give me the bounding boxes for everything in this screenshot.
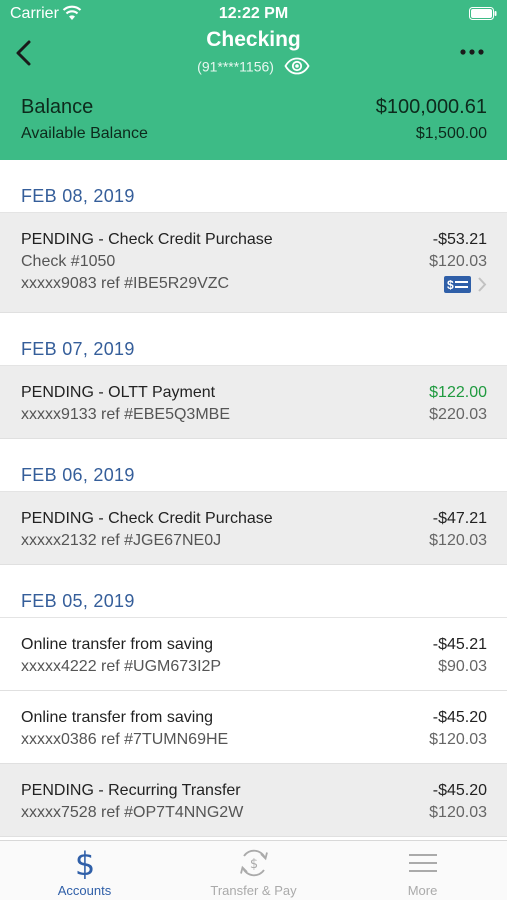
transaction-ref: xxxxx9083 ref #IBE5R29VZC: [21, 275, 230, 292]
transaction-title: Online transfer from saving: [21, 709, 214, 726]
check-number: Check #1050: [21, 253, 116, 270]
account-mask: (91****1156): [197, 58, 274, 75]
transaction-list[interactable]: FEB 08, 2019 PENDING - Check Credit Purc…: [0, 160, 507, 840]
transaction-title: PENDING - Check Credit Purchase: [21, 510, 273, 527]
transaction-title: PENDING - Check Credit Purchase: [21, 231, 273, 248]
balance-label: Balance: [21, 96, 94, 118]
tab-label: Accounts: [57, 883, 112, 898]
eye-icon[interactable]: [284, 57, 310, 75]
tab-more[interactable]: More: [338, 841, 507, 900]
tab-accounts[interactable]: $ Accounts: [0, 841, 169, 900]
transaction-amount: $122.00: [429, 384, 487, 401]
transaction-details: PENDING - Check Credit Purchase Check #1…: [21, 229, 273, 295]
transaction-amount: -$45.21: [432, 636, 487, 653]
transaction-amounts: -$45.20 $120.03: [429, 707, 487, 751]
status-bar: Carrier 12:22 PM: [0, 0, 507, 28]
transaction-amounts: -$45.21 $90.03: [433, 634, 487, 678]
tab-bar: $ Accounts $ Transfer & Pay More: [0, 840, 507, 900]
transaction-amount: -$47.21: [432, 510, 487, 527]
transfer-icon: $: [239, 849, 268, 877]
account-header: Carrier 12:22 PM Checking (91****1156) B…: [0, 0, 507, 160]
check-image-icon[interactable]: $: [444, 276, 471, 293]
running-balance: $120.03: [429, 253, 487, 270]
transaction-row[interactable]: PENDING - Recurring Transfer xxxxx7528 r…: [0, 764, 507, 837]
transaction-row[interactable]: PENDING - Check Credit Purchase xxxxx213…: [0, 492, 507, 565]
transaction-title: PENDING - Recurring Transfer: [21, 782, 241, 799]
chevron-right-icon: [478, 277, 487, 292]
balance-value: $100,000.61: [375, 96, 487, 118]
transaction-row[interactable]: Online transfer from saving xxxxx4222 re…: [0, 618, 507, 691]
transaction-ref: xxxxx2132 ref #JGE67NE0J: [21, 532, 222, 549]
tab-transfer-pay[interactable]: $ Transfer & Pay: [169, 841, 338, 900]
transaction-amounts: -$47.21 $120.03: [429, 508, 487, 552]
transaction-details: Online transfer from saving xxxxx4222 re…: [21, 634, 221, 678]
available-balance-value: $1,500.00: [415, 125, 487, 142]
more-options-icon[interactable]: [457, 40, 487, 64]
tab-label: Transfer & Pay: [210, 883, 297, 898]
running-balance: $220.03: [429, 406, 487, 423]
svg-text:$: $: [447, 278, 454, 292]
transaction-title: Online transfer from saving: [21, 636, 214, 653]
transaction-amounts: -$53.21 $120.03: [429, 229, 487, 273]
date-header: FEB 07, 2019: [0, 313, 507, 366]
menu-icon: [408, 854, 437, 872]
transaction-details: PENDING - Recurring Transfer xxxxx7528 r…: [21, 780, 243, 824]
dollar-icon: $: [74, 847, 94, 879]
transaction-row[interactable]: PENDING - OLTT Payment xxxxx9133 ref #EB…: [0, 366, 507, 439]
transaction-amounts: $122.00 $220.03: [429, 382, 487, 426]
running-balance: $120.03: [429, 804, 487, 821]
transaction-ref: xxxxx0386 ref #7TUMN69HE: [21, 731, 229, 748]
status-time: 12:22 PM: [218, 5, 289, 22]
transaction-title: PENDING - OLTT Payment: [21, 384, 216, 401]
svg-text:$: $: [249, 857, 257, 872]
account-number: (91****1156): [0, 57, 507, 75]
transaction-details: Online transfer from saving xxxxx0386 re…: [21, 707, 228, 751]
transaction-amount: -$45.20: [432, 709, 487, 726]
transaction-ref: xxxxx9133 ref #EBE5Q3MBE: [21, 406, 230, 423]
transaction-row[interactable]: Online transfer from saving xxxxx0386 re…: [0, 691, 507, 764]
date-header: FEB 05, 2019: [0, 565, 507, 618]
transaction-amounts: -$45.20 $120.03: [429, 780, 487, 824]
tab-label: More: [407, 883, 438, 898]
transaction-ref: xxxxx7528 ref #OP7T4NNG2W: [21, 804, 244, 821]
available-balance-label: Available Balance: [21, 125, 148, 142]
svg-text:$: $: [74, 847, 94, 879]
page-title: Checking: [206, 28, 301, 51]
transaction-details: PENDING - Check Credit Purchase xxxxx213…: [21, 508, 273, 552]
date-header: FEB 06, 2019: [0, 439, 507, 492]
transaction-amount: -$45.20: [432, 782, 487, 799]
running-balance: $120.03: [429, 731, 487, 748]
running-balance: $120.03: [429, 532, 487, 549]
battery-icon: [469, 7, 497, 20]
transaction-details: PENDING - OLTT Payment xxxxx9133 ref #EB…: [21, 382, 230, 426]
transaction-amount: -$53.21: [432, 231, 487, 248]
date-header: FEB 08, 2019: [0, 160, 507, 213]
transaction-row[interactable]: PENDING - Check Credit Purchase Check #1…: [0, 213, 507, 313]
running-balance: $90.03: [438, 658, 487, 675]
transaction-ref: xxxxx4222 ref #UGM673I2P: [21, 658, 222, 675]
